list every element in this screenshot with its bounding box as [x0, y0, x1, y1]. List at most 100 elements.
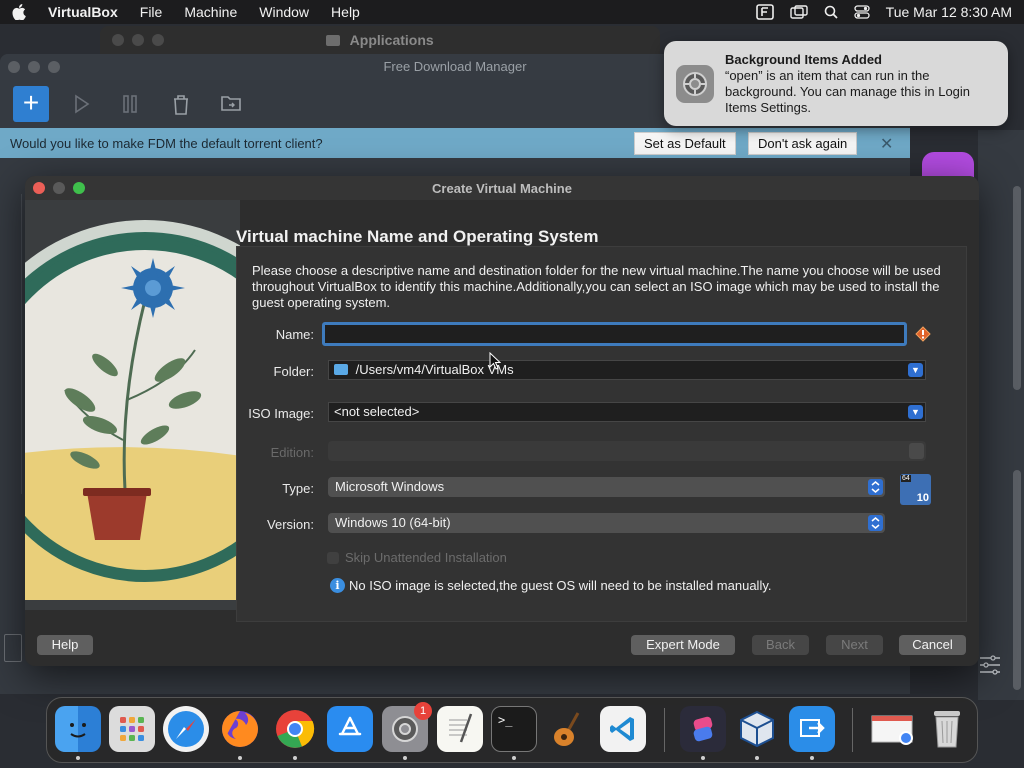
migration-assistant-icon[interactable]: [789, 706, 835, 752]
skip-unattended-label: Skip Unattended Installation: [345, 550, 507, 565]
add-download-button[interactable]: +: [13, 86, 49, 122]
folder-select[interactable]: /Users/vm4/VirtualBox VMs ▼: [328, 360, 926, 380]
garageband-icon[interactable]: [545, 706, 591, 752]
running-indicator: [238, 756, 242, 760]
banner-text: Would you like to make FDM the default t…: [10, 135, 323, 151]
up-down-stepper-icon: [909, 443, 924, 459]
up-down-stepper-icon[interactable]: [868, 515, 883, 531]
background-items-notification[interactable]: Background Items Added “open” is an item…: [664, 41, 1008, 126]
open-folder-icon[interactable]: [221, 94, 241, 115]
running-indicator: [701, 756, 705, 760]
vm-name-input[interactable]: [322, 322, 907, 346]
wizard-heading: Virtual machine Name and Operating Syste…: [236, 227, 599, 246]
windows-10-os-icon: 64 10: [900, 474, 931, 505]
running-indicator: [293, 756, 297, 760]
menu-file[interactable]: File: [140, 4, 163, 20]
trash-icon[interactable]: [172, 94, 190, 119]
menu-app-name[interactable]: VirtualBox: [48, 4, 118, 20]
terminal-icon[interactable]: >_: [491, 706, 537, 752]
chevron-down-icon[interactable]: ▼: [908, 405, 923, 419]
back-button: Back: [752, 635, 809, 655]
dialog-titlebar: Create Virtual Machine: [25, 176, 979, 200]
skip-unattended-checkbox: Skip Unattended Installation: [327, 550, 507, 565]
create-vm-dialog: Create Virtual Machine Virtual machine N…: [25, 176, 979, 666]
folder-label: Folder:: [273, 364, 314, 379]
notification-title: Background Items Added: [725, 52, 882, 67]
default-torrent-banner: Would you like to make FDM the default t…: [0, 128, 910, 158]
apple-icon[interactable]: [12, 4, 28, 20]
os-version-value: Windows 10 (64-bit): [335, 515, 451, 530]
resume-icon[interactable]: [73, 94, 95, 119]
fdm-status-icon[interactable]: [755, 4, 774, 20]
screen-mirroring-icon[interactable]: [789, 5, 808, 19]
wizard-description: Please choose a descriptive name and des…: [252, 263, 941, 310]
edition-label: Edition:: [270, 445, 314, 460]
running-indicator: [403, 756, 407, 760]
dock-separator: [664, 708, 665, 752]
sliders-icon[interactable]: [978, 654, 1002, 679]
mouse-cursor-icon: [489, 351, 502, 373]
edition-select: [328, 441, 926, 461]
app-store-icon[interactable]: [327, 706, 373, 752]
chevron-down-icon[interactable]: ▼: [908, 363, 923, 377]
iso-info-message: i No ISO image is selected,the guest OS …: [330, 578, 771, 593]
running-indicator: [810, 756, 814, 760]
launchpad-icon[interactable]: [109, 706, 155, 752]
safari-icon[interactable]: [163, 706, 209, 752]
control-center-icon[interactable]: [854, 5, 870, 19]
dont-ask-again-button[interactable]: Don't ask again: [748, 132, 858, 155]
banner-close-icon[interactable]: ✕: [880, 134, 893, 154]
version-label: Version:: [267, 517, 314, 532]
folder-icon: [334, 364, 348, 375]
scrollbar[interactable]: [1013, 186, 1021, 390]
firefox-icon[interactable]: [217, 706, 263, 752]
wizard-illustration: [25, 200, 240, 610]
info-icon: i: [330, 578, 345, 593]
chrome-icon[interactable]: [272, 706, 318, 752]
textedit-icon[interactable]: [437, 706, 483, 752]
settings-gear-icon: [676, 65, 714, 103]
os-type-value: Microsoft Windows: [335, 479, 445, 494]
pause-icon[interactable]: [122, 94, 144, 119]
finder-icon[interactable]: [55, 706, 101, 752]
os-type-select[interactable]: Microsoft Windows: [328, 477, 885, 497]
type-label: Type:: [282, 481, 314, 496]
dock: 1 >_: [46, 697, 978, 763]
name-label: Name:: [275, 327, 314, 342]
virtualbox-icon[interactable]: [734, 706, 780, 752]
menu-bar: VirtualBox File Machine Window Help Tue …: [0, 0, 1024, 24]
iso-image-label: ISO Image:: [248, 406, 314, 421]
applications-window-title: Applications: [349, 32, 434, 48]
warning-icon: [915, 326, 931, 345]
notification-message: “open” is an item that can run in the ba…: [725, 68, 971, 115]
iso-image-value: <not selected>: [334, 404, 420, 419]
shortcuts-icon[interactable]: [680, 706, 726, 752]
help-button[interactable]: Help: [37, 635, 93, 655]
expert-mode-button[interactable]: Expert Mode: [631, 635, 735, 655]
applications-window: Applications: [100, 26, 660, 56]
set-as-default-button[interactable]: Set as Default: [634, 132, 736, 155]
menu-help[interactable]: Help: [331, 4, 360, 20]
scrollbar[interactable]: [1013, 470, 1021, 690]
fdm-speed-icon[interactable]: [4, 634, 22, 662]
downloads-stack-icon[interactable]: [869, 706, 915, 752]
dialog-title: Create Virtual Machine: [432, 181, 572, 196]
menu-window[interactable]: Window: [259, 4, 309, 20]
menubar-clock[interactable]: Tue Mar 12 8:30 AM: [886, 4, 1012, 20]
iso-image-select[interactable]: <not selected> ▼: [328, 402, 926, 422]
up-down-stepper-icon[interactable]: [868, 479, 883, 495]
notification-badge: 1: [414, 702, 432, 720]
menu-machine[interactable]: Machine: [184, 4, 237, 20]
trash-icon[interactable]: [924, 706, 970, 752]
fdm-side-panel: [4, 194, 22, 494]
folder-icon: [326, 35, 341, 46]
vscode-icon[interactable]: [600, 706, 646, 752]
system-settings-icon[interactable]: 1: [382, 702, 432, 752]
spotlight-search-icon[interactable]: [824, 5, 838, 19]
cancel-button[interactable]: Cancel: [899, 635, 966, 655]
os-version-select[interactable]: Windows 10 (64-bit): [328, 513, 885, 533]
info-text: No ISO image is selected,the guest OS wi…: [349, 578, 772, 593]
checkbox-box: [327, 551, 339, 564]
running-indicator: [755, 756, 759, 760]
running-indicator: [512, 756, 516, 760]
